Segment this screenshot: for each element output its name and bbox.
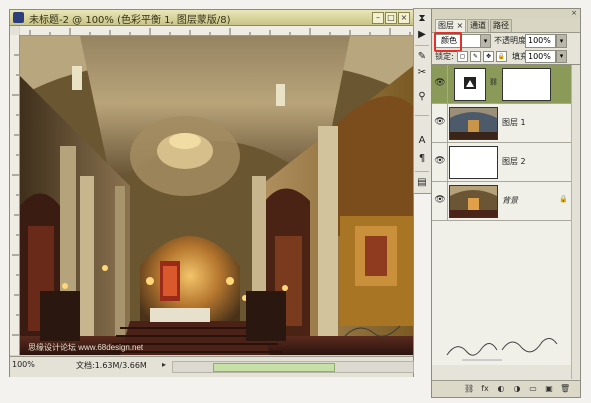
photoshop-doc-icon: [13, 12, 24, 23]
clone-source-icon[interactable]: ⚲: [416, 91, 428, 103]
canvas-watermark: 思缘设计论坛 www.68design.net: [28, 343, 144, 352]
lock-label: 锁定:: [435, 52, 454, 61]
new-group-icon[interactable]: ▭: [528, 384, 538, 394]
lock-row: 锁定: ▢ ✎ ✥ 🔒 填充: 100% ▾: [432, 49, 580, 63]
layers-list: 👁 ⛓ 👁 图层 1 👁 图层 2 👁 背景 🔒: [432, 64, 580, 365]
layer-row-layer-1[interactable]: 👁 图层 1: [432, 104, 580, 143]
layer-row-adjustment[interactable]: 👁 ⛓: [432, 65, 580, 104]
new-layer-icon[interactable]: ▣: [544, 384, 554, 394]
panel-bottom-toolbar: ⛓ fx ◐ ◑ ▭ ▣ 🗑: [432, 380, 580, 397]
ruler-corner[interactable]: [10, 26, 19, 35]
layer-thumbnail[interactable]: [449, 146, 498, 179]
panel-title-bar[interactable]: ×: [432, 9, 580, 18]
history-icon[interactable]: ⧗: [416, 13, 428, 25]
document-title: 未标题-2 @ 100% (色彩平衡 1, 图层蒙版/8): [29, 15, 231, 26]
layer-thumbnail[interactable]: [449, 107, 498, 140]
document-title-bar[interactable]: 未标题-2 @ 100% (色彩平衡 1, 图层蒙版/8) – □ ×: [10, 10, 413, 26]
tool-presets-icon[interactable]: ✂: [416, 67, 428, 79]
document-window: 未标题-2 @ 100% (色彩平衡 1, 图层蒙版/8) – □ × 思缘设计…: [9, 9, 414, 377]
layer-name: 图层 2: [502, 157, 526, 166]
layer-mask-thumbnail[interactable]: [502, 68, 551, 101]
layer-row-background[interactable]: 👁 背景 🔒: [432, 182, 580, 221]
tab-channels[interactable]: 通道: [467, 19, 489, 32]
delete-layer-icon[interactable]: 🗑: [560, 384, 570, 394]
layer-style-icon[interactable]: fx: [480, 384, 490, 394]
tab-close-icon[interactable]: ×: [457, 21, 464, 30]
tab-paths[interactable]: 路径: [490, 19, 512, 32]
link-layers-icon[interactable]: ⛓: [464, 384, 474, 394]
lock-all-icon[interactable]: 🔒: [496, 51, 507, 62]
strip-divider: [415, 45, 429, 46]
layer-divider: [447, 104, 448, 142]
character-icon[interactable]: A: [416, 135, 428, 147]
fill-dropdown[interactable]: ▾: [556, 50, 567, 63]
photoshop-workspace: 未标题-2 @ 100% (色彩平衡 1, 图层蒙版/8) – □ × 思缘设计…: [0, 0, 591, 403]
layer-lock-icon: 🔒: [559, 195, 568, 203]
status-menu-arrow[interactable]: ▸: [162, 360, 166, 369]
visibility-eye-icon[interactable]: 👁: [434, 78, 446, 88]
layer-name: 背景: [502, 196, 518, 205]
layer-row-layer-2[interactable]: 👁 图层 2: [432, 143, 580, 182]
tab-label: 图层: [438, 21, 454, 30]
panel-icon-strip: ⧗ ▶ ✎ ✂ ⚲ A ¶ ▤: [413, 8, 432, 194]
adjustment-layer-icon[interactable]: [454, 68, 486, 101]
panel-close-button[interactable]: ×: [571, 9, 577, 17]
layers-panel: × 图层 × 通道 路径 颜色 ▾ 不透明度: 100% ▾ 锁定: ▢ ✎ ✥…: [431, 8, 581, 398]
blend-mode-dropdown[interactable]: ▾: [480, 34, 491, 48]
horizontal-scrollbar[interactable]: [172, 361, 414, 373]
horizontal-ruler[interactable]: [20, 26, 413, 36]
zoom-level[interactable]: 100%: [12, 360, 35, 369]
chain-link-icon[interactable]: ⛓: [489, 78, 498, 86]
tab-layers[interactable]: 图层 ×: [435, 19, 467, 32]
lock-image-icon[interactable]: ✎: [470, 51, 481, 62]
layer-comps-icon[interactable]: ▤: [416, 177, 428, 189]
panel-tabs: 图层 × 通道 路径: [432, 18, 580, 33]
scrollbar-thumb[interactable]: [213, 363, 335, 372]
blend-row: 颜色 ▾ 不透明度: 100% ▾: [432, 32, 580, 52]
fill-input[interactable]: 100%: [525, 50, 556, 63]
vertical-ruler[interactable]: [10, 35, 20, 355]
strip-divider: [415, 171, 429, 172]
church-interior-photo: [20, 36, 413, 355]
strip-divider: [415, 115, 429, 116]
opacity-label: 不透明度:: [494, 36, 529, 45]
lock-position-icon[interactable]: ✥: [483, 51, 494, 62]
document-size: 文档:1.63M/3.66M: [76, 361, 147, 370]
add-mask-icon[interactable]: ◐: [496, 384, 506, 394]
new-adjustment-icon[interactable]: ◑: [512, 384, 522, 394]
image-canvas[interactable]: 思缘设计论坛 www.68design.net: [20, 36, 413, 355]
layer-divider: [447, 182, 448, 220]
signature-artwork: [446, 338, 558, 361]
minimize-button[interactable]: –: [372, 12, 384, 24]
layer-divider: [447, 143, 448, 181]
opacity-dropdown[interactable]: ▾: [556, 34, 567, 48]
restore-button[interactable]: □: [385, 12, 397, 24]
layer-thumbnail[interactable]: [449, 185, 498, 218]
actions-icon[interactable]: ▶: [416, 29, 428, 41]
visibility-eye-icon[interactable]: 👁: [434, 117, 446, 127]
brushes-icon[interactable]: ✎: [416, 51, 428, 63]
status-bar: 100% 文档:1.63M/3.66M ▸: [10, 356, 414, 377]
lock-transparent-icon[interactable]: ▢: [457, 51, 468, 62]
visibility-eye-icon[interactable]: 👁: [434, 195, 446, 205]
opacity-input[interactable]: 100%: [525, 34, 556, 48]
visibility-eye-icon[interactable]: 👁: [434, 156, 446, 166]
close-button[interactable]: ×: [398, 12, 410, 24]
layers-scrollbar[interactable]: [571, 65, 580, 379]
layer-divider: [447, 65, 448, 103]
layer-name: 图层 1: [502, 118, 526, 127]
paragraph-icon[interactable]: ¶: [416, 153, 428, 165]
